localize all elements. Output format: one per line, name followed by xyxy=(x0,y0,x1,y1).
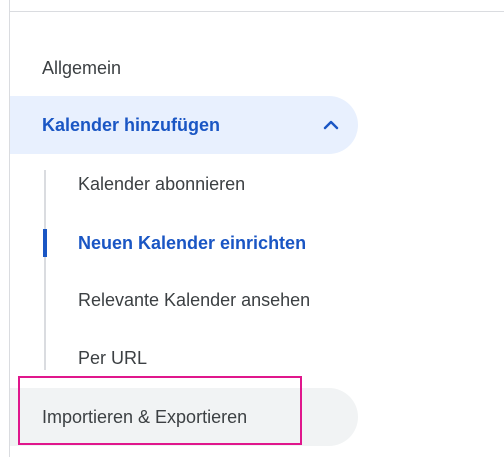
submenu-item-from-url[interactable]: Per URL xyxy=(78,342,147,374)
submenu-item-label: Per URL xyxy=(78,347,148,368)
submenu-active-indicator xyxy=(43,229,47,257)
settings-sidebar: Allgemein Kalender hinzufügen Kalender a… xyxy=(0,0,504,457)
submenu-item-label: Relevante Kalender ansehen xyxy=(78,289,311,310)
submenu-item-create-new[interactable]: Neuen Kalender einrichten xyxy=(78,227,306,259)
submenu-rail xyxy=(44,170,46,370)
nav-item-add-calendar-label: Kalender hinzufügen xyxy=(42,114,221,135)
nav-item-general[interactable]: Allgemein xyxy=(10,40,350,96)
submenu-item-label: Kalender abonnieren xyxy=(78,173,246,194)
submenu-item-subscribe[interactable]: Kalender abonnieren xyxy=(78,168,245,200)
submenu-item-browse-relevant[interactable]: Relevante Kalender ansehen xyxy=(78,284,310,316)
chevron-up-icon[interactable] xyxy=(321,115,341,135)
nav-item-general-label: Allgemein xyxy=(42,57,122,78)
nav-item-import-export-label: Importieren & Exportieren xyxy=(42,406,248,427)
top-divider xyxy=(10,11,504,12)
submenu-item-label: Neuen Kalender einrichten xyxy=(78,232,307,253)
nav-item-add-calendar[interactable]: Kalender hinzufügen xyxy=(10,96,358,154)
nav-item-import-export[interactable]: Importieren & Exportieren xyxy=(10,388,358,446)
